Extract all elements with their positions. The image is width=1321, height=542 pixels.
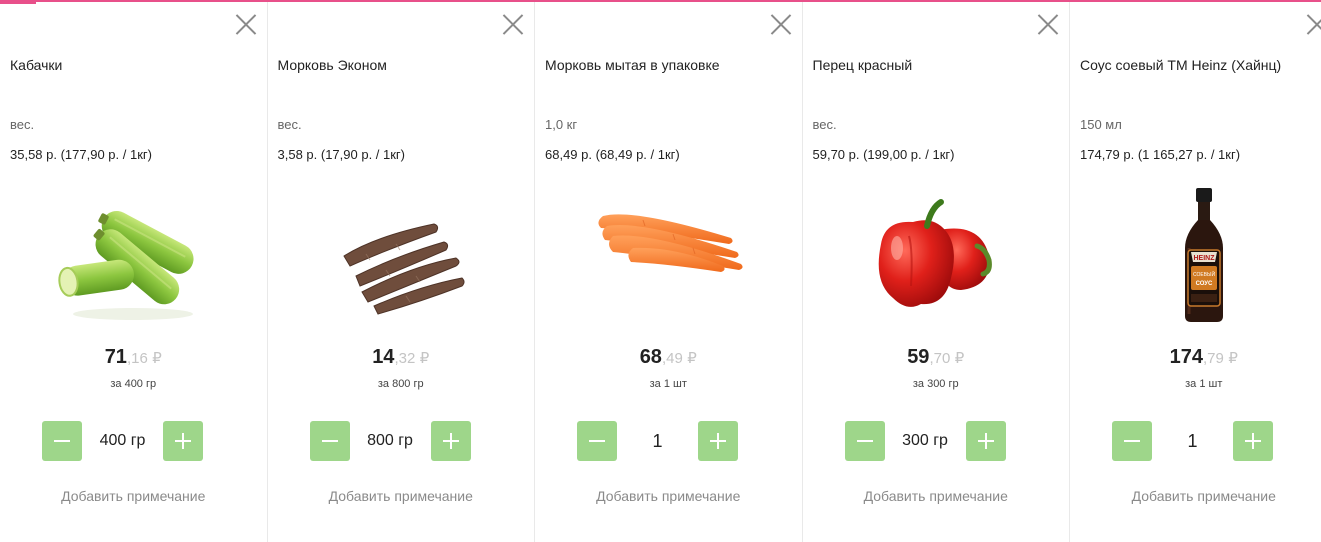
- price-cents: ,32: [394, 350, 416, 367]
- red-pepper-image: [851, 186, 1021, 326]
- product-name: Морковь мытая в упаковке: [545, 57, 720, 73]
- price-per-amount: за 1 шт: [649, 378, 687, 390]
- plus-button[interactable]: [1233, 421, 1273, 461]
- product-card: Кабачки вес. 35,58 р. (177,90 р. / 1кг): [0, 2, 268, 542]
- product-name: Кабачки: [10, 57, 63, 73]
- minus-button[interactable]: [309, 421, 350, 461]
- unit-price: 59,70 р. (199,00 р. / 1кг): [812, 147, 955, 162]
- price-whole: 174: [1169, 346, 1203, 368]
- quantity-value: 1: [1187, 430, 1198, 451]
- product-weight: вес.: [10, 117, 35, 132]
- product-weight: вес.: [812, 117, 837, 132]
- currency-symbol: ₽: [152, 350, 162, 367]
- price-cents: ,16: [126, 350, 148, 367]
- unit-price: 3,58 р. (17,90 р. / 1кг): [277, 147, 406, 162]
- quantity-stepper: 300 гр: [844, 421, 1006, 461]
- price-cents: ,70: [929, 350, 951, 367]
- plus-button[interactable]: [430, 421, 471, 461]
- currency-symbol: ₽: [419, 350, 430, 367]
- product-weight: 1,0 кг: [545, 117, 578, 132]
- product-card: Морковь Эконом вес. 3,58 р. (17,90 р. / …: [268, 2, 535, 542]
- quantity-value: 300 гр: [902, 432, 948, 449]
- price: 174,79 ₽: [1070, 346, 1321, 369]
- price: 71,16 ₽: [0, 346, 267, 369]
- soy-sauce-bottle-image: HEINZ СОЕВЫЙ СОУС: [1119, 186, 1289, 326]
- price-whole: 71: [104, 346, 127, 368]
- close-icon[interactable]: [1037, 14, 1059, 36]
- dirty-carrots-image: [316, 186, 486, 326]
- price-cents: ,79: [1203, 350, 1224, 367]
- price-whole: 59: [907, 346, 930, 368]
- price-per-amount: за 1 шт: [1185, 378, 1223, 390]
- price-per-amount: за 400 гр: [110, 378, 157, 390]
- price-per-amount: за 300 гр: [912, 378, 959, 390]
- add-note-link[interactable]: Добавить примечание: [535, 488, 802, 504]
- product-weight: вес.: [277, 117, 302, 132]
- price-per-amount: за 800 гр: [377, 378, 424, 390]
- unit-price: 35,58 р. (177,90 р. / 1кг): [10, 147, 152, 162]
- product-card: Соус соевый ТМ Heinz (Хайнц) 150 мл 174,…: [1070, 2, 1321, 542]
- product-name: Перец красный: [812, 57, 913, 73]
- bottle-label-line2: СОУС: [1195, 281, 1212, 287]
- quantity-stepper: 1: [577, 421, 738, 461]
- price-whole: 14: [372, 346, 395, 368]
- quantity-value: 1: [652, 430, 663, 451]
- price-cents: ,49: [661, 350, 683, 367]
- bottle-brand-text: HEINZ: [1193, 255, 1215, 262]
- unit-price: 174,79 р. (1 165,27 р. / 1кг): [1080, 147, 1241, 162]
- carrots-image: [583, 186, 753, 326]
- quantity-value: 800 гр: [367, 432, 413, 449]
- add-note-link[interactable]: Добавить примечание: [803, 488, 1070, 504]
- unit-price: 68,49 р. (68,49 р. / 1кг): [545, 147, 680, 162]
- product-cards: Кабачки вес. 35,58 р. (177,90 р. / 1кг): [0, 2, 1321, 542]
- minus-button[interactable]: [577, 421, 617, 461]
- quantity-value: 400 гр: [99, 432, 146, 449]
- product-card: Морковь мытая в упаковке 1,0 кг 68,49 р.…: [535, 2, 803, 542]
- zucchini-image: [48, 186, 218, 326]
- product-weight: 150 мл: [1080, 117, 1122, 132]
- quantity-stepper: 1: [1112, 421, 1273, 461]
- currency-symbol: ₽: [687, 350, 697, 367]
- bottle-label-line1: СОЕВЫЙ: [1193, 270, 1215, 278]
- minus-button[interactable]: [1112, 421, 1152, 461]
- product-card: Перец красный вес. 59,70 р. (199,00 р. /…: [803, 2, 1070, 542]
- close-icon[interactable]: [502, 14, 524, 36]
- plus-button[interactable]: [965, 421, 1006, 461]
- plus-button[interactable]: [163, 421, 203, 461]
- minus-button[interactable]: [844, 421, 885, 461]
- close-icon[interactable]: [770, 14, 792, 36]
- minus-button[interactable]: [42, 421, 82, 461]
- price: 14,32 ₽: [268, 346, 535, 369]
- currency-symbol: ₽: [954, 350, 965, 367]
- quantity-stepper: 800 гр: [309, 421, 471, 461]
- currency-symbol: ₽: [1228, 350, 1238, 367]
- product-name: Соус соевый ТМ Heinz (Хайнц): [1080, 57, 1282, 73]
- price-whole: 68: [639, 346, 662, 368]
- plus-button[interactable]: [698, 421, 738, 461]
- add-note-link[interactable]: Добавить примечание: [268, 488, 535, 504]
- close-icon[interactable]: [1306, 14, 1321, 36]
- price: 59,70 ₽: [803, 346, 1070, 369]
- close-icon[interactable]: [235, 14, 257, 36]
- add-note-link[interactable]: Добавить примечание: [0, 488, 267, 504]
- product-name: Морковь Эконом: [277, 57, 387, 73]
- add-note-link[interactable]: Добавить примечание: [1070, 488, 1321, 504]
- quantity-stepper: 400 гр: [42, 421, 203, 461]
- price: 68,49 ₽: [535, 346, 802, 369]
